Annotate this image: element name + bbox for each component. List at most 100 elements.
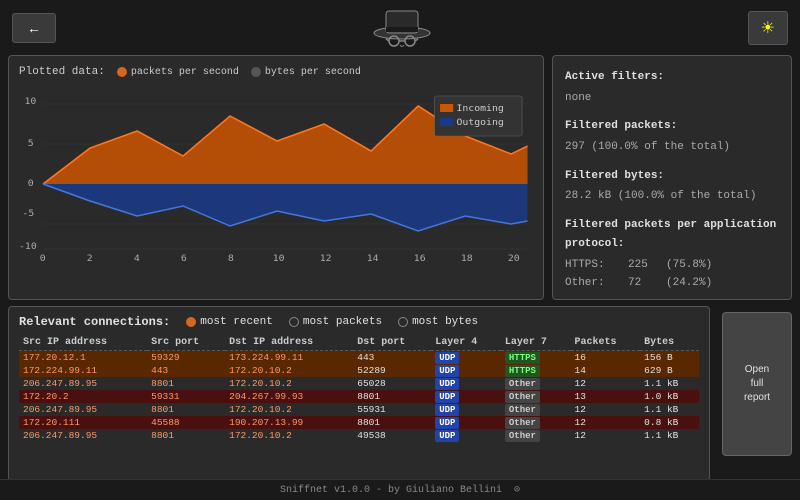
col-src-port: Src port [147, 335, 225, 351]
radio-most-recent-icon [186, 317, 196, 327]
github-icon[interactable]: ⊙ [514, 485, 520, 496]
cell-layer4: UDP [431, 390, 501, 403]
info-panel: Active filters: none Filtered packets: 2… [552, 55, 792, 300]
filtered-bytes-title: Filtered bytes: [565, 167, 779, 186]
legend-packets-label: packets per second [131, 67, 239, 78]
cell-layer4: UDP [431, 351, 501, 365]
cell-packets: 12 [571, 377, 641, 390]
cell-bytes: 0.8 kB [640, 416, 699, 429]
filter-most-recent[interactable]: most recent [186, 316, 273, 328]
cell-bytes: 1.1 kB [640, 377, 699, 390]
cell-dst-port: 443 [353, 351, 431, 365]
cell-layer7: HTTPS [501, 364, 571, 377]
filter-most-packets[interactable]: most packets [289, 316, 382, 328]
svg-text:0: 0 [28, 178, 34, 188]
filter-most-bytes[interactable]: most bytes [398, 316, 478, 328]
radio-most-packets-icon [289, 317, 299, 327]
cell-layer7: Other [501, 429, 571, 442]
svg-text:6: 6 [181, 253, 187, 261]
cell-layer7: Other [501, 377, 571, 390]
back-button[interactable]: ← [12, 13, 56, 43]
col-src-ip: Src IP address [19, 335, 147, 351]
svg-text:0: 0 [40, 253, 46, 261]
layer7-badge: HTTPS [505, 365, 540, 377]
connections-header: Relevant connections: most recent most p… [19, 315, 699, 329]
cell-layer4: UDP [431, 403, 501, 416]
table-row[interactable]: 206.247.89.95 8801 172.20.10.2 65028 UDP… [19, 377, 699, 390]
table-row[interactable]: 206.247.89.95 8801 172.20.10.2 55931 UDP… [19, 403, 699, 416]
table-row[interactable]: 172.20.2 59331 204.267.99.93 8801 UDP Ot… [19, 390, 699, 403]
layer4-badge: UDP [435, 430, 459, 442]
table-row[interactable]: 172.224.99.11 443 172.20.10.2 52289 UDP … [19, 364, 699, 377]
cell-src-ip: 206.247.89.95 [19, 403, 147, 416]
table-header-row: Src IP address Src port Dst IP address D… [19, 335, 699, 351]
filtered-packets-title: Filtered packets: [565, 117, 779, 136]
cell-dst-ip: 172.20.10.2 [225, 364, 353, 377]
svg-text:5: 5 [28, 138, 34, 148]
legend-packets-dot [117, 67, 127, 77]
cell-layer7: HTTPS [501, 351, 571, 365]
svg-text:16: 16 [414, 253, 426, 261]
filtered-packets-value: 297 (100.0% of the total) [565, 138, 779, 157]
col-packets: Packets [571, 335, 641, 351]
cell-src-ip: 172.20.111 [19, 416, 147, 429]
cell-src-port: 45588 [147, 416, 225, 429]
svg-text:Incoming: Incoming [456, 103, 503, 113]
table-row[interactable]: 172.20.111 45588 190.207.13.99 8801 UDP … [19, 416, 699, 429]
col-layer4: Layer 4 [431, 335, 501, 351]
cell-src-port: 8801 [147, 377, 225, 390]
svg-text:20: 20 [508, 253, 520, 261]
legend-bytes-dot [251, 67, 261, 77]
layer4-badge: UDP [435, 352, 459, 364]
footer: Sniffnet v1.0.0 - by Giuliano Bellini ⊙ [0, 479, 800, 500]
cell-packets: 12 [571, 429, 641, 442]
cell-layer4: UDP [431, 429, 501, 442]
layer7-badge: Other [505, 404, 540, 416]
footer-text: Sniffnet v1.0.0 - by Giuliano Bellini [280, 485, 502, 496]
svg-text:-10: -10 [19, 241, 37, 251]
cell-layer7: Other [501, 403, 571, 416]
cell-dst-port: 8801 [353, 390, 431, 403]
cell-layer7: Other [501, 390, 571, 403]
svg-text:12: 12 [320, 253, 332, 261]
filter-most-bytes-label: most bytes [412, 316, 478, 328]
connections-panel: Relevant connections: most recent most p… [8, 306, 710, 481]
table-row[interactable]: 206.247.89.95 8801 172.20.10.2 49538 UDP… [19, 429, 699, 442]
proto-https-label: HTTPS: [565, 256, 620, 275]
svg-text:18: 18 [461, 253, 473, 261]
chart-panel: Plotted data: packets per second bytes p… [8, 55, 544, 300]
layer7-badge: Other [505, 378, 540, 390]
cell-dst-ip: 172.20.10.2 [225, 429, 353, 442]
legend-bytes-label: bytes per second [265, 67, 361, 78]
cell-src-port: 8801 [147, 429, 225, 442]
main-content: Plotted data: packets per second bytes p… [0, 55, 800, 300]
cell-src-port: 59329 [147, 351, 225, 365]
layer7-badge: Other [505, 430, 540, 442]
proto-row-https: HTTPS: 225 (75.8%) [565, 256, 779, 275]
bottom-wrapper: Relevant connections: most recent most p… [0, 306, 800, 481]
svg-text:14: 14 [367, 253, 379, 261]
proto-https-count: 225 [628, 256, 658, 275]
layer7-badge: Other [505, 391, 540, 403]
open-full-report-button[interactable]: Open full report [722, 312, 792, 456]
cell-packets: 16 [571, 351, 641, 365]
radio-most-bytes-icon [398, 317, 408, 327]
svg-text:4: 4 [134, 253, 140, 261]
chart-title: Plotted data: packets per second bytes p… [19, 66, 533, 78]
cell-dst-port: 55931 [353, 403, 431, 416]
logo [372, 5, 432, 50]
layer4-badge: UDP [435, 391, 459, 403]
cell-src-ip: 206.247.89.95 [19, 377, 147, 390]
col-layer7: Layer 7 [501, 335, 571, 351]
chart-svg: 10 5 0 -5 -10 [19, 86, 533, 261]
table-row[interactable]: 177.20.12.1 59329 173.224.99.11 443 UDP … [19, 351, 699, 365]
layer4-badge: UDP [435, 378, 459, 390]
cell-src-port: 59331 [147, 390, 225, 403]
svg-text:2: 2 [87, 253, 93, 261]
col-dst-ip: Dst IP address [225, 335, 353, 351]
cell-bytes: 629 B [640, 364, 699, 377]
theme-toggle-button[interactable]: ☀ [748, 11, 788, 45]
svg-text:-5: -5 [22, 208, 34, 218]
layer7-badge: HTTPS [505, 352, 540, 364]
cell-src-port: 8801 [147, 403, 225, 416]
